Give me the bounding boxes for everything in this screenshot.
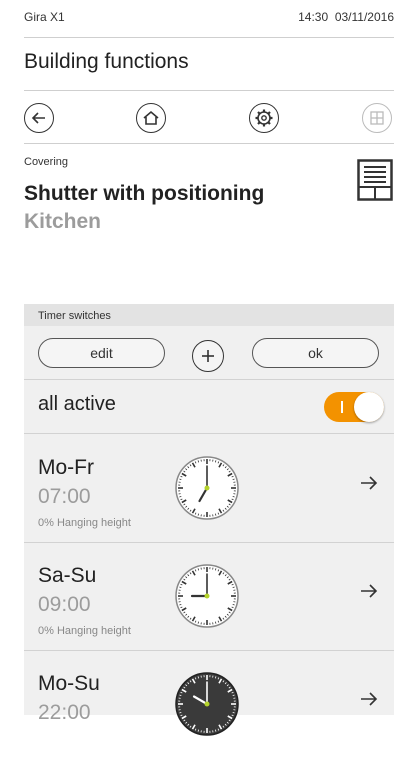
- grid-icon: [370, 111, 384, 125]
- plus-icon: [201, 349, 215, 363]
- timer-position: 0% Hanging height: [38, 517, 131, 529]
- arrow-left-icon: [31, 110, 47, 126]
- clock-icon: [174, 671, 240, 737]
- grid-button[interactable]: [362, 103, 392, 133]
- timer-row[interactable]: Mo-Fr 07:00 0% Hanging height: [24, 434, 394, 542]
- edit-button[interactable]: edit: [38, 338, 165, 368]
- divider: [24, 90, 394, 91]
- timer-days: Sa-Su: [38, 564, 96, 588]
- timer-panel: Timer switches edit ok all active Mo-Fr …: [24, 304, 394, 715]
- function-room: Kitchen: [24, 210, 101, 234]
- all-active-label: all active: [38, 393, 116, 416]
- divider: [24, 143, 394, 144]
- function-category: Covering: [24, 156, 68, 168]
- clock-icon: [174, 563, 240, 629]
- settings-button[interactable]: [249, 103, 279, 133]
- arrow-right-icon: [360, 691, 378, 707]
- ok-button[interactable]: ok: [252, 338, 379, 368]
- gear-icon: [254, 108, 274, 128]
- shutter-icon: [357, 159, 393, 206]
- timer-panel-title: Timer switches: [38, 310, 111, 322]
- timer-row[interactable]: Mo-Su 22:00: [24, 650, 394, 758]
- timer-position: 0% Hanging height: [38, 625, 131, 637]
- back-button[interactable]: [24, 103, 54, 133]
- home-button[interactable]: [136, 103, 166, 133]
- divider: [24, 37, 394, 38]
- arrow-right-icon: [360, 475, 378, 491]
- timer-days: Mo-Fr: [38, 456, 94, 480]
- toggle-knob: [354, 392, 384, 422]
- arrow-right-icon: [360, 583, 378, 599]
- all-active-toggle[interactable]: [324, 392, 384, 422]
- timer-row[interactable]: Sa-Su 09:00 0% Hanging height: [24, 542, 394, 650]
- timer-time: 22:00: [38, 701, 91, 725]
- function-name: Shutter with positioning: [24, 182, 264, 206]
- page-title: Building functions: [24, 50, 189, 74]
- timer-time: 09:00: [38, 593, 91, 617]
- timer-time: 07:00: [38, 485, 91, 509]
- status-time: 14:30: [298, 10, 328, 24]
- device-name: Gira X1: [24, 10, 65, 24]
- status-date: 03/11/2016: [335, 10, 394, 24]
- divider: [24, 379, 394, 380]
- home-icon: [142, 109, 160, 127]
- toggle-on-mark: [341, 401, 343, 413]
- clock-icon: [174, 455, 240, 521]
- status-datetime: 14:30 03/11/2016: [298, 10, 394, 24]
- timer-days: Mo-Su: [38, 672, 100, 696]
- status-bar: Gira X1 14:30 03/11/2016: [24, 10, 394, 30]
- add-timer-button[interactable]: [192, 340, 224, 372]
- timer-panel-header: Timer switches: [24, 304, 394, 326]
